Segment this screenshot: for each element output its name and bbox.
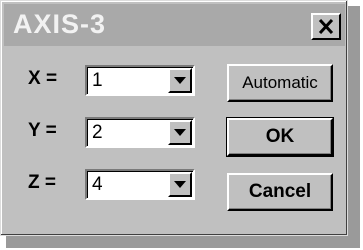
x-axis-label: X = <box>28 68 58 89</box>
window-title: AXIS-3 <box>13 9 107 39</box>
title-bar[interactable]: AXIS-3 <box>4 4 345 46</box>
cancel-button[interactable]: Cancel <box>227 173 333 211</box>
z-axis-select[interactable]: 4 <box>85 169 195 200</box>
close-icon <box>318 19 334 34</box>
automatic-button[interactable]: Automatic <box>227 64 333 102</box>
z-axis-value: 4 <box>92 174 103 195</box>
y-axis-dropdown-button[interactable] <box>168 120 192 145</box>
x-axis-select[interactable]: 1 <box>85 65 195 96</box>
chevron-down-icon <box>174 129 186 136</box>
drop-shadow-right <box>348 6 360 242</box>
drop-shadow-bottom <box>6 236 360 248</box>
chevron-down-icon <box>174 181 186 188</box>
x-axis-value: 1 <box>92 70 103 91</box>
y-axis-label: Y = <box>28 120 57 141</box>
close-button[interactable] <box>311 13 341 40</box>
x-axis-dropdown-button[interactable] <box>168 68 192 93</box>
ok-button[interactable]: OK <box>226 117 334 157</box>
y-axis-select[interactable]: 2 <box>85 117 195 148</box>
z-axis-label: Z = <box>28 172 56 193</box>
z-axis-dropdown-button[interactable] <box>168 172 192 197</box>
y-axis-value: 2 <box>92 122 103 143</box>
axis-dialog: AXIS-3 X = 1 Y = 2 Z = 4 Automatic OK Ca… <box>0 0 348 236</box>
chevron-down-icon <box>174 77 186 84</box>
